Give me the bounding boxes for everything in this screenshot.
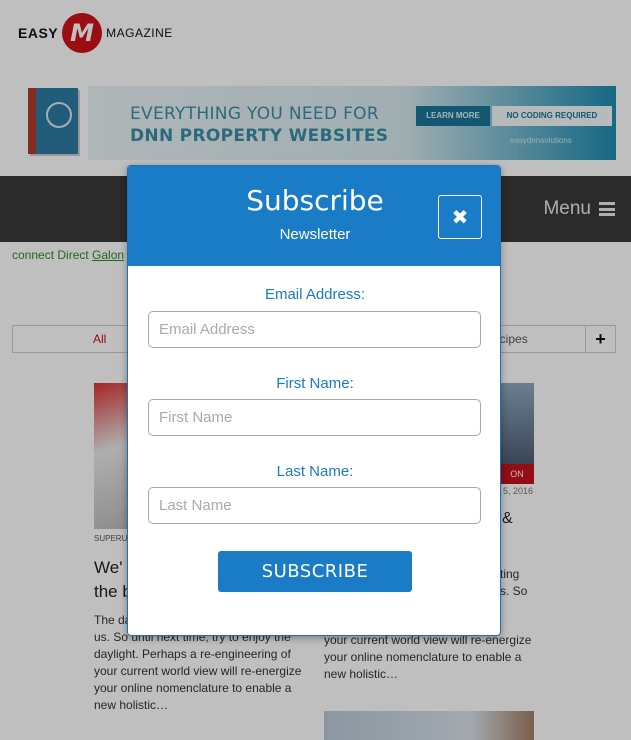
first-name-label: First Name: xyxy=(276,375,354,392)
subscribe-modal: Subscribe Newsletter ✖ Email Address: Fi… xyxy=(127,165,501,636)
subscribe-button[interactable]: SUBSCRIBE xyxy=(218,551,412,592)
close-icon: ✖ xyxy=(451,205,469,229)
email-field[interactable] xyxy=(148,311,481,348)
last-name-label: Last Name: xyxy=(276,463,354,480)
modal-header: Subscribe Newsletter ✖ xyxy=(128,166,500,266)
first-name-field[interactable] xyxy=(148,399,481,436)
email-label: Email Address: xyxy=(264,286,366,303)
last-name-field[interactable] xyxy=(148,487,481,524)
close-button[interactable]: ✖ xyxy=(438,195,482,239)
